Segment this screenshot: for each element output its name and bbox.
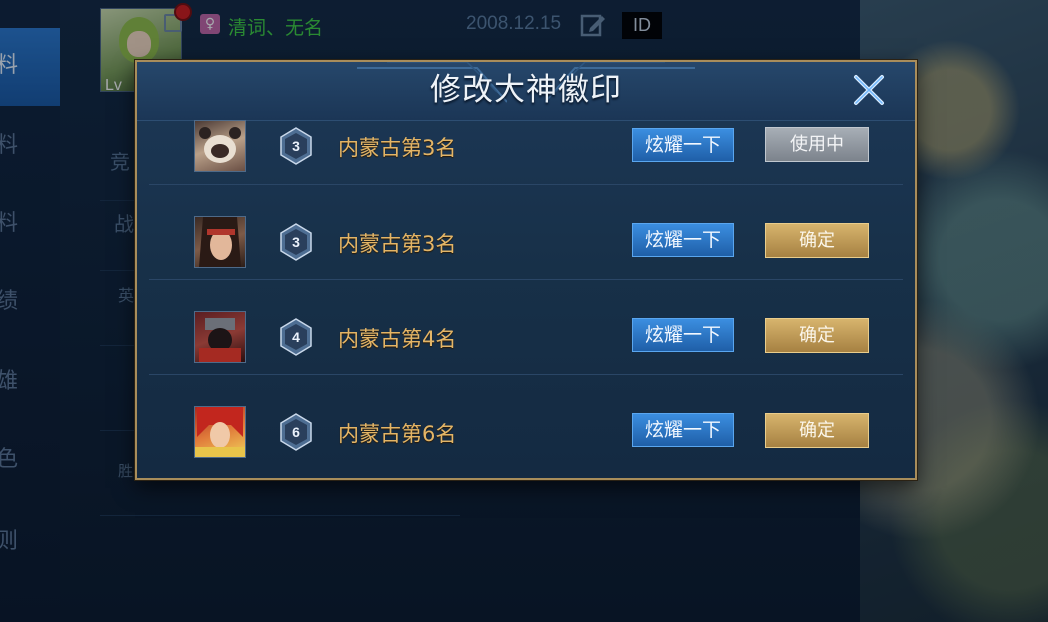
hero-portrait-art [199, 217, 241, 267]
badge-modal: 修改大神徽印 3 内蒙古第3名 炫耀一下 使用中 3 内蒙古第3名 炫耀一下 确… [135, 60, 917, 480]
hero-portrait [194, 406, 246, 458]
confirm-button[interactable]: 确定 [765, 318, 869, 353]
confirm-button[interactable]: 确定 [765, 413, 869, 448]
list-item: 3 内蒙古第3名 炫耀一下 使用中 [137, 90, 915, 185]
rank-text: 内蒙古第3名 [338, 232, 457, 256]
show-off-button[interactable]: 炫耀一下 [632, 318, 734, 352]
rank-badge-number: 4 [292, 329, 300, 345]
list-item: 3 内蒙古第3名 炫耀一下 确定 [137, 185, 915, 280]
rank-badge-number: 6 [292, 424, 300, 440]
badge-list: 3 内蒙古第3名 炫耀一下 使用中 3 内蒙古第3名 炫耀一下 确定 4 内蒙古… [137, 120, 915, 478]
confirm-button[interactable]: 确定 [765, 223, 869, 258]
show-off-button[interactable]: 炫耀一下 [632, 223, 734, 257]
rank-text: 内蒙古第3名 [338, 136, 457, 160]
hero-portrait [194, 216, 246, 268]
in-use-button: 使用中 [765, 127, 869, 162]
rank-text: 内蒙古第4名 [338, 327, 457, 351]
show-off-button[interactable]: 炫耀一下 [632, 128, 734, 162]
hero-portrait-art [199, 318, 241, 362]
hero-portrait-art [199, 127, 241, 163]
list-item: 4 内蒙古第4名 炫耀一下 确定 [137, 280, 915, 375]
rank-text: 内蒙古第6名 [338, 422, 457, 446]
hero-portrait-art [195, 407, 245, 457]
list-item: 6 内蒙古第6名 炫耀一下 确定 [137, 375, 915, 470]
rank-badge-number: 3 [292, 138, 300, 154]
hero-portrait [194, 311, 246, 363]
rank-badge-number: 3 [292, 234, 300, 250]
hero-portrait [194, 120, 246, 172]
show-off-button[interactable]: 炫耀一下 [632, 413, 734, 447]
